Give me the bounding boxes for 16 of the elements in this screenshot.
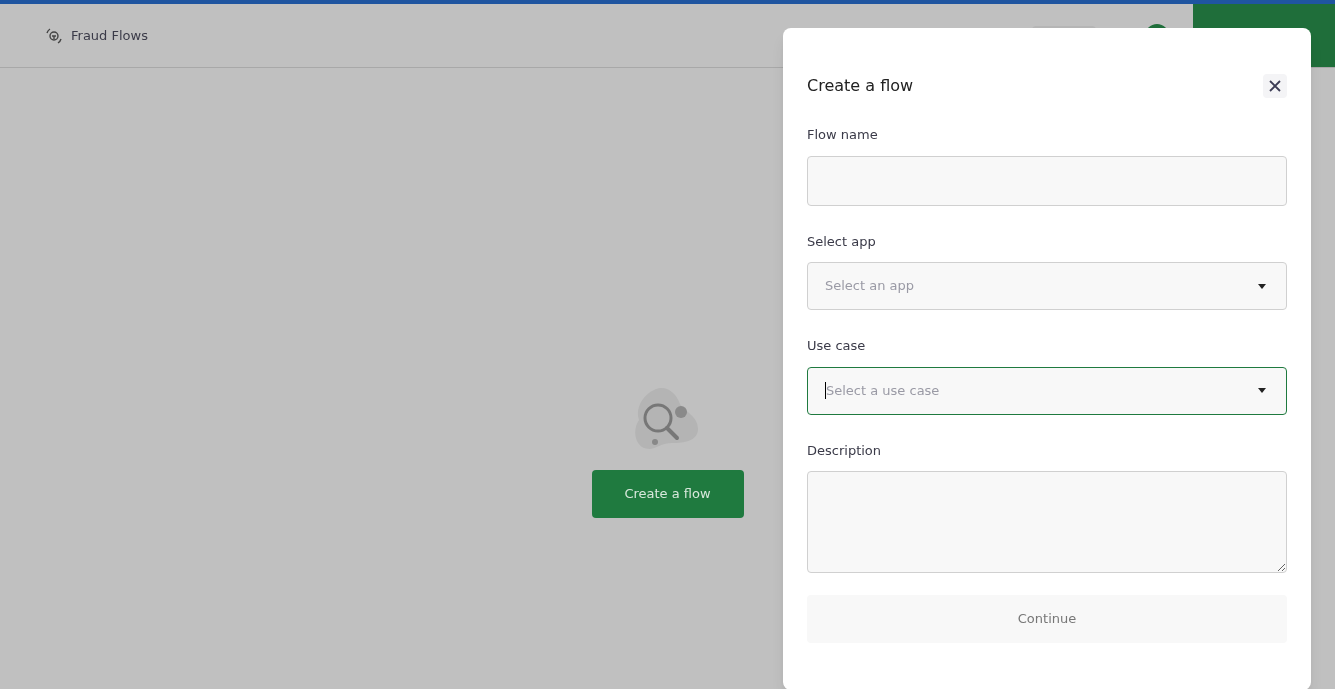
caret-icon: [1258, 388, 1266, 393]
description-field[interactable]: [807, 471, 1287, 573]
app-title: Fraud Flows: [71, 26, 148, 45]
logo-icon: [45, 26, 63, 45]
field-label: Description: [807, 441, 883, 460]
field-label: Flow name: [807, 126, 879, 144]
caret-icon: [1258, 283, 1266, 289]
close-button[interactable]: [1263, 74, 1287, 98]
select-field[interactable]: Select a use case: [807, 366, 1287, 415]
text-field[interactable]: [807, 155, 1287, 206]
create-flow-button[interactable]: Create a flow: [591, 470, 744, 518]
close-icon: [1269, 80, 1281, 92]
field-label: Use case: [807, 337, 867, 355]
select-field[interactable]: Select an app: [807, 262, 1287, 310]
field-label: Select app: [807, 232, 877, 251]
dialog-title: Create a flow: [807, 75, 914, 97]
